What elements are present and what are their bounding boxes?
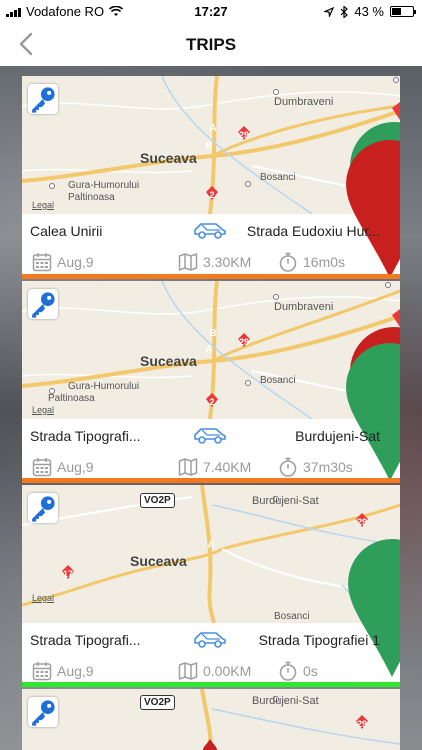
calendar-icon: [32, 662, 52, 681]
key-icon: [32, 87, 55, 113]
trip-map[interactable]: Dumbraveni Suceava Bosanci Gura-Humorulu…: [22, 76, 400, 278]
map-label-suceava: Suceava: [140, 353, 197, 369]
key-button[interactable]: [28, 697, 58, 727]
trip-card[interactable]: Burdujeni-Sat VO2P Suceava Bosanci 29 17…: [22, 485, 400, 687]
map-legal-link[interactable]: Legal: [32, 200, 54, 210]
trip-duration-label: 0s: [303, 663, 318, 679]
map-icon: [178, 662, 198, 680]
car-icon: [192, 220, 228, 243]
trip-duration: 16m0s: [278, 252, 345, 272]
map-label-paltinoasa: Paltinoasa: [48, 393, 95, 404]
map-label-gura-humorului: Gura-Humorului: [68, 381, 140, 392]
trip-route-row: Strada Tipografi... Burdujeni-Sat: [22, 419, 400, 453]
trip-distance: 0.00KM: [178, 661, 251, 681]
trip-end-address: Burdujeni-Sat: [295, 428, 380, 444]
stopwatch-icon: [279, 661, 297, 681]
battery-percent: 43 %: [354, 4, 384, 19]
key-button[interactable]: [28, 289, 58, 319]
trip-distance-label: 3.30KM: [203, 254, 252, 270]
map-label-suceava: Suceava: [130, 553, 187, 569]
map-label-paltinoasa: Paltinoasa: [68, 192, 115, 203]
status-right: 43 %: [324, 4, 416, 19]
car-icon: [192, 629, 228, 652]
status-bar: Vodafone RO 17:27 43 %: [0, 0, 422, 22]
map-label-burdujeni-sat: Burdujeni-Sat: [252, 495, 319, 507]
stopwatch-icon: [279, 457, 297, 477]
trip-route-row: Strada Tipografi... Strada Tipografiei 1: [22, 623, 400, 657]
map-label-gura-humorului: Gura-Humorului: [68, 180, 140, 191]
trip-end-address: Strada Tipografiei 1: [258, 632, 380, 648]
trip-route-row: Calea Unirii Strada Eudoxiu Hur...: [22, 214, 400, 248]
trip-date: Aug,9: [32, 661, 94, 681]
trip-distance-label: 0.00KM: [203, 663, 252, 679]
calendar-icon: [32, 458, 52, 477]
battery-icon: [390, 6, 416, 17]
key-icon: [32, 292, 55, 318]
map-icon: [178, 253, 198, 271]
trip-card[interactable]: Dumbraveni Suceava Bosanci Gura-Humorulu…: [22, 281, 400, 483]
trip-map[interactable]: Dumbraveni Suceava Bosanci Gura-Humorulu…: [22, 281, 400, 481]
road-badge-29: 29: [356, 719, 367, 729]
trip-duration-label: 37m30s: [303, 459, 353, 475]
trip-start-address: Calea Unirii: [30, 223, 103, 239]
trip-distance: 3.30KM: [178, 252, 251, 272]
trip-duration: 0s: [278, 661, 318, 681]
trip-distance: 7.40KM: [178, 457, 251, 477]
page-title: TRIPS: [185, 35, 237, 54]
map-legal-link[interactable]: Legal: [32, 593, 54, 603]
trip-map[interactable]: Burdujeni-Sat VO2P 29: [22, 689, 400, 750]
trip-status-bar: [22, 682, 400, 687]
trip-date-label: Aug,9: [57, 254, 94, 270]
road-badge-17: 17: [62, 569, 73, 579]
trip-card[interactable]: Dumbraveni Suceava Bosanci Gura-Humorulu…: [22, 76, 400, 279]
trip-start-address: Strada Tipografi...: [30, 632, 141, 648]
map-legal-link[interactable]: Legal: [32, 405, 54, 415]
stopwatch-icon: [279, 252, 297, 272]
map-icon: [178, 458, 198, 476]
location-icon: [324, 6, 335, 17]
map-label-dumbraveni: Dumbraveni: [274, 301, 334, 313]
map-label-dumbraveni: Dumbraveni: [274, 96, 334, 108]
trip-duration-label: 16m0s: [303, 254, 346, 270]
key-icon: [32, 496, 55, 522]
trip-date: Aug,9: [32, 252, 94, 272]
trip-end-address: Strada Eudoxiu Hur...: [246, 223, 380, 239]
trip-card[interactable]: Burdujeni-Sat VO2P 29: [22, 689, 400, 750]
trip-status-bar: [22, 274, 400, 279]
trip-distance-label: 7.40KM: [203, 459, 252, 475]
map-label-vo2p: VO2P: [140, 493, 175, 508]
map-label-burdujeni-sat: Burdujeni-Sat: [252, 695, 319, 707]
trip-date-label: Aug,9: [57, 459, 94, 475]
car-icon: [192, 425, 228, 448]
key-button[interactable]: [28, 84, 58, 114]
bluetooth-icon: [340, 5, 349, 18]
key-button[interactable]: [28, 493, 58, 523]
trip-duration: 37m30s: [278, 457, 353, 477]
map-label-suceava: Suceava: [140, 150, 197, 166]
navigation-bar: TRIPS: [0, 22, 422, 66]
map-label-vo2p: VO2P: [140, 695, 175, 710]
trip-date: Aug,9: [32, 457, 94, 477]
road-badge-29: 29: [356, 517, 367, 527]
trip-start-address: Strada Tipografi...: [30, 428, 141, 444]
calendar-icon: [32, 253, 52, 272]
trip-status-bar: [22, 478, 400, 483]
trip-date-label: Aug,9: [57, 663, 94, 679]
trip-map[interactable]: Burdujeni-Sat VO2P Suceava Bosanci 29 17…: [22, 485, 400, 677]
key-icon: [32, 700, 55, 726]
